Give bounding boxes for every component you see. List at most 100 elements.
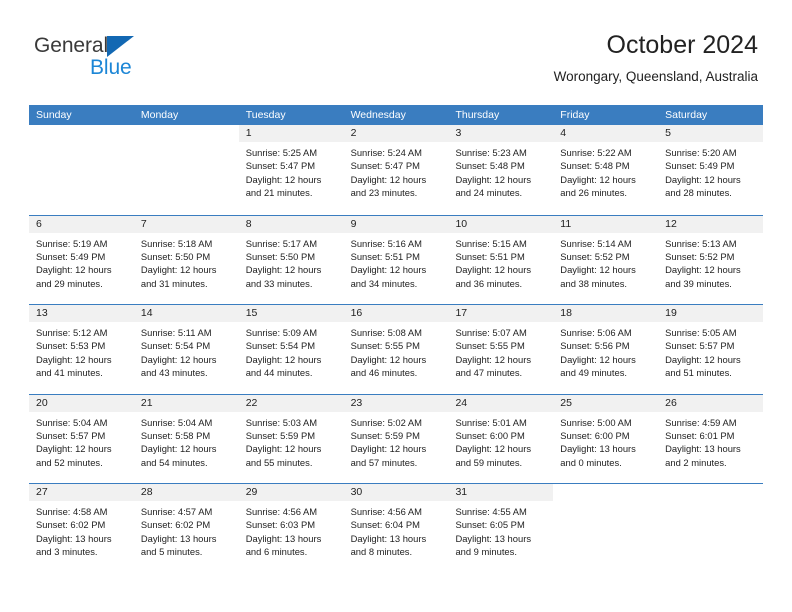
daylight-text-line2: and 43 minutes. xyxy=(140,367,208,379)
daylight-text-line2: and 47 minutes. xyxy=(455,367,523,379)
date-number: 29 xyxy=(245,486,258,498)
calendar-day-13[interactable]: 13 Sunrise: 5:12 AM Sunset: 5:53 PM Dayligh… xyxy=(29,305,134,394)
sunrise-text: Sunrise: 4:58 AM xyxy=(36,506,108,517)
calendar-day-17[interactable]: 17 Sunrise: 5:07 AM Sunset: 5:55 PM Dayligh… xyxy=(448,305,554,394)
calendar-day-8[interactable]: 8 Sunrise: 5:17 AM Sunset: 5:50 PM Daylight… xyxy=(238,215,344,304)
date-number-bar: 29 xyxy=(238,484,344,501)
sunrise-text: Sunrise: 5:03 AM xyxy=(245,416,318,428)
date-number-bar: 3 xyxy=(448,125,554,142)
logo-text-blue: Blue xyxy=(90,56,132,79)
generalblue-logo[interactable]: General Blue xyxy=(34,34,264,90)
sunrise-text: Sunrise: 5:19 AM xyxy=(36,237,108,249)
day-details: Sunrise: 5:05 AM Sunset: 5:57 PM Daylight:… xyxy=(658,322,763,380)
calendar-day-4[interactable]: 4 Sunrise: 5:22 AM Sunset: 5:48 PM Daylight… xyxy=(553,125,659,215)
date-number: 19 xyxy=(665,307,677,319)
date-number-bar: 6 xyxy=(29,215,134,233)
calendar-day-14[interactable]: 14 Sunrise: 5:11 AM Sunset: 5:54 PM Dayligh… xyxy=(133,305,239,394)
daylight-text-line2: and 59 minutes. xyxy=(455,456,523,468)
calendar-day-3[interactable]: 3 Sunrise: 5:23 AM Sunset: 5:48 PM Daylight… xyxy=(448,125,554,215)
date-number: 5 xyxy=(665,127,671,139)
calendar-week-row: 27 Sunrise: 4:58 AM Sunset: 6:02 PM Dayligh… xyxy=(29,483,764,573)
calendar-day-7[interactable]: 7 Sunrise: 5:18 AM Sunset: 5:50 PM Daylight… xyxy=(133,215,239,304)
calendar-day-22[interactable]: 22 Sunrise: 5:03 AM Sunset: 5:59 PM Dayligh… xyxy=(238,394,344,483)
page-title: October 2024 xyxy=(606,31,759,59)
calendar-day-1[interactable]: 1 Sunrise: 5:25 AM Sunset: 5:47 PM Daylight… xyxy=(238,125,344,215)
day-details: Sunrise: 5:24 AM Sunset: 5:47 PM Daylight:… xyxy=(344,142,449,200)
calendar-day-5[interactable]: 5 Sunrise: 5:20 AM Sunset: 5:49 PM Daylight… xyxy=(658,125,764,215)
day-details: Sunrise: 4:55 AM Sunset: 6:05 PM Daylight:… xyxy=(448,501,553,559)
date-number: 26 xyxy=(665,396,677,409)
sunset-text: Sunset: 5:50 PM xyxy=(140,250,211,262)
calendar-day-empty xyxy=(29,125,134,215)
daylight-text-line1: Daylight: 12 hours xyxy=(455,353,532,365)
calendar-day-20[interactable]: 20 Sunrise: 5:04 AM Sunset: 5:57 PM Dayligh… xyxy=(29,394,134,483)
sunrise-text: Sunrise: 5:08 AM xyxy=(350,327,422,338)
date-number: 27 xyxy=(36,486,48,498)
sunset-text: Sunset: 5:54 PM xyxy=(245,340,316,352)
day-details: Sunrise: 5:20 AM Sunset: 5:49 PM Daylight:… xyxy=(658,142,763,200)
day-details: Sunrise: 4:58 AM Sunset: 6:02 PM Daylight:… xyxy=(29,501,134,559)
day-details: Sunrise: 5:08 AM Sunset: 5:55 PM Daylight:… xyxy=(344,322,449,380)
sunset-text: Sunset: 5:52 PM xyxy=(665,250,735,262)
daylight-text-line2: and 24 minutes. xyxy=(455,187,523,199)
calendar-day-25[interactable]: 25 Sunrise: 5:00 AM Sunset: 6:00 PM Dayligh… xyxy=(553,394,659,483)
sunset-text: Sunset: 5:54 PM xyxy=(140,340,211,352)
daylight-text-line2: and 33 minutes. xyxy=(245,277,313,289)
calendar-day-28[interactable]: 28 Sunrise: 4:57 AM Sunset: 6:02 PM Dayligh… xyxy=(133,484,239,573)
date-number: 15 xyxy=(245,307,258,319)
daylight-text-line1: Daylight: 12 hours xyxy=(560,353,636,365)
calendar-day-16[interactable]: 16 Sunrise: 5:08 AM Sunset: 5:55 PM Dayligh… xyxy=(343,305,449,394)
date-number: 16 xyxy=(350,307,363,319)
sunrise-text: Sunrise: 4:56 AM xyxy=(245,506,318,517)
calendar-day-30[interactable]: 30 Sunrise: 4:56 AM Sunset: 6:04 PM Dayligh… xyxy=(343,484,449,573)
daylight-text-line2: and 41 minutes. xyxy=(36,367,103,379)
calendar-day-29[interactable]: 29 Sunrise: 4:56 AM Sunset: 6:03 PM Dayligh… xyxy=(238,484,344,573)
date-number: 20 xyxy=(36,396,48,409)
calendar-week-row: 20 Sunrise: 5:04 AM Sunset: 5:57 PM Dayligh… xyxy=(29,393,764,483)
date-number: 25 xyxy=(560,396,572,409)
day-details: Sunrise: 5:13 AM Sunset: 5:52 PM Daylight:… xyxy=(658,233,763,291)
calendar-day-19[interactable]: 19 Sunrise: 5:05 AM Sunset: 5:57 PM Dayligh… xyxy=(658,305,764,394)
sunrise-text: Sunrise: 5:02 AM xyxy=(350,416,422,428)
calendar-day-12[interactable]: 12 Sunrise: 5:13 AM Sunset: 5:52 PM Dayligh… xyxy=(658,215,764,304)
sunset-text: Sunset: 5:47 PM xyxy=(245,160,316,172)
page-subtitle: Worongary, Queensland, Australia xyxy=(553,69,758,84)
sunset-text: Sunset: 6:02 PM xyxy=(140,519,211,531)
daylight-text-line2: and 0 minutes. xyxy=(560,456,622,468)
calendar-day-10[interactable]: 10 Sunrise: 5:15 AM Sunset: 5:51 PM Dayligh… xyxy=(448,215,554,304)
calendar-day-24[interactable]: 24 Sunrise: 5:01 AM Sunset: 6:00 PM Dayligh… xyxy=(448,394,554,483)
weekday-header-wednesday: Wednesday xyxy=(350,109,406,121)
daylight-text-line2: and 9 minutes. xyxy=(455,546,517,558)
daylight-text-line1: Daylight: 13 hours xyxy=(140,532,217,544)
calendar-day-6[interactable]: 6 Sunrise: 5:19 AM Sunset: 5:49 PM Daylight… xyxy=(29,215,134,304)
calendar-day-26[interactable]: 26 Sunrise: 4:59 AM Sunset: 6:01 PM Dayligh… xyxy=(658,394,764,483)
calendar-day-15[interactable]: 15 Sunrise: 5:09 AM Sunset: 5:54 PM Dayligh… xyxy=(238,305,344,394)
calendar-day-27[interactable]: 27 Sunrise: 4:58 AM Sunset: 6:02 PM Dayligh… xyxy=(29,484,134,573)
date-number-bar: 2 xyxy=(343,125,449,142)
date-number-bar: 12 xyxy=(658,215,764,233)
daylight-text-line2: and 29 minutes. xyxy=(36,277,103,289)
calendar-day-18[interactable]: 18 Sunrise: 5:06 AM Sunset: 5:56 PM Dayligh… xyxy=(553,305,659,394)
sunset-text: Sunset: 6:00 PM xyxy=(560,429,630,441)
calendar-day-2[interactable]: 2 Sunrise: 5:24 AM Sunset: 5:47 PM Daylight… xyxy=(343,125,449,215)
date-number: 14 xyxy=(140,307,153,319)
day-details: Sunrise: 5:18 AM Sunset: 5:50 PM Daylight:… xyxy=(134,233,239,291)
sunrise-text: Sunrise: 4:55 AM xyxy=(455,506,527,517)
daylight-text-line1: Daylight: 13 hours xyxy=(36,532,112,544)
weekday-header-tuesday: Tuesday xyxy=(245,109,286,121)
daylight-text-line1: Daylight: 12 hours xyxy=(455,173,532,185)
daylight-text-line2: and 8 minutes. xyxy=(350,546,413,558)
sunrise-text: Sunrise: 5:15 AM xyxy=(455,237,527,249)
sunrise-text: Sunrise: 4:57 AM xyxy=(140,506,213,517)
calendar-day-23[interactable]: 23 Sunrise: 5:02 AM Sunset: 5:59 PM Dayligh… xyxy=(343,394,449,483)
weekday-header-thursday: Thursday xyxy=(455,109,500,121)
weekday-header-friday: Friday xyxy=(560,109,590,121)
calendar-day-11[interactable]: 11 Sunrise: 5:14 AM Sunset: 5:52 PM Dayligh… xyxy=(553,215,659,304)
calendar-day-31[interactable]: 31 Sunrise: 4:55 AM Sunset: 6:05 PM Dayligh… xyxy=(448,484,554,573)
calendar-day-9[interactable]: 9 Sunrise: 5:16 AM Sunset: 5:51 PM Daylight… xyxy=(343,215,449,304)
calendar-day-21[interactable]: 21 Sunrise: 5:04 AM Sunset: 5:58 PM Dayligh… xyxy=(133,394,239,483)
daylight-text-line2: and 34 minutes. xyxy=(350,277,418,289)
daylight-text-line2: and 55 minutes. xyxy=(245,456,313,468)
daylight-text-line2: and 2 minutes. xyxy=(665,456,727,468)
sunset-text: Sunset: 5:57 PM xyxy=(665,340,735,352)
